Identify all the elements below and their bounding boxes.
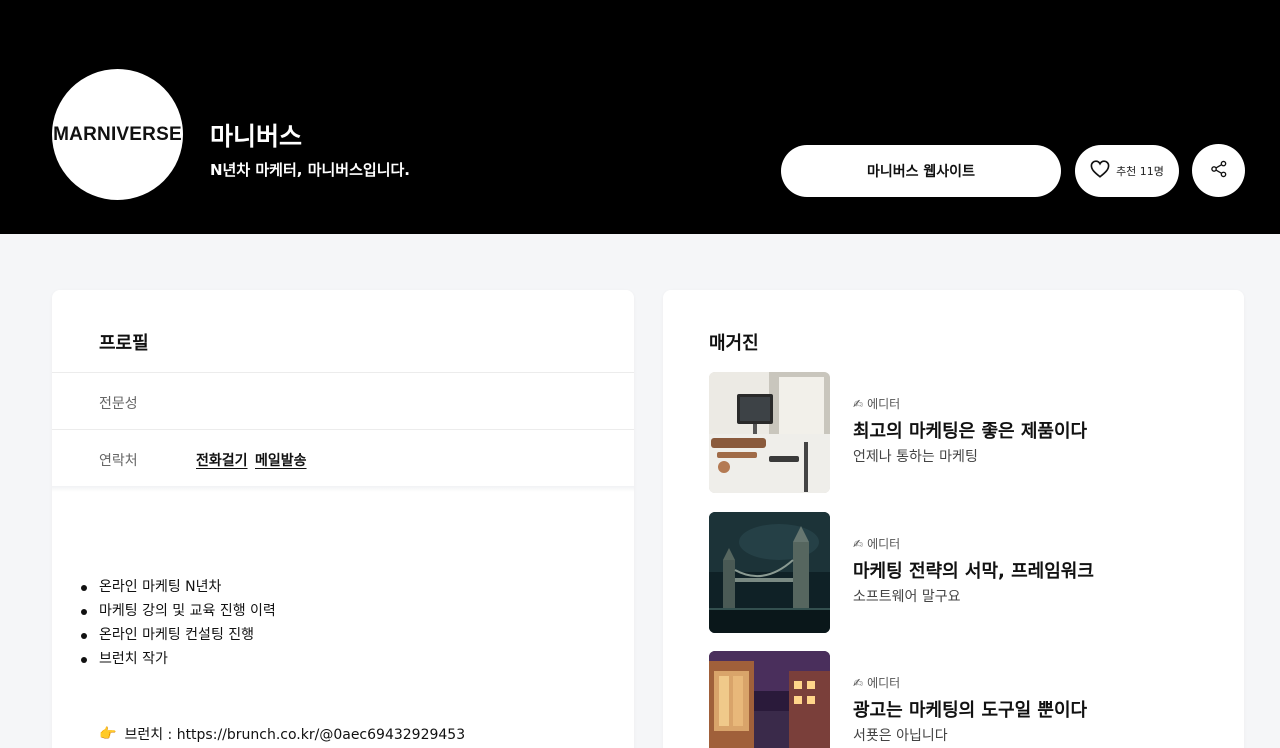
magazine-thumbnail-desk <box>709 372 830 493</box>
profile-avatar: MARNIVERSE <box>52 69 183 200</box>
role-line: ✍ 에디터 <box>853 535 900 552</box>
list-item: 마케팅 강의 및 교육 진행 이력 <box>81 599 276 623</box>
section-divider <box>52 486 634 492</box>
magazine-title: 매거진 <box>709 333 759 354</box>
magazine-item-subtitle: 소프트웨어 말구요 <box>853 589 961 605</box>
contact-label: 연락처 <box>99 453 138 469</box>
role-line: ✍ 에디터 <box>853 674 900 691</box>
call-link[interactable]: 전화걸기 <box>196 450 248 470</box>
list-item: 온라인 마케팅 N년차 <box>81 575 276 599</box>
like-count: 추천 11명 <box>1116 165 1164 178</box>
profile-bullet-list: 온라인 마케팅 N년차 마케팅 강의 및 교육 진행 이력 온라인 마케팅 컨설… <box>81 575 276 671</box>
magazine-item[interactable]: ✍ 에디터 마케팅 전략의 서막, 프레임워크 소프트웨어 말구요 <box>709 512 1209 633</box>
avatar-logo-text: MARNIVERSE <box>53 123 182 145</box>
brunch-link-line: 👉 브런치 : https://brunch.co.kr/@0aec694329… <box>99 724 465 744</box>
magazine-thumbnail-street <box>709 651 830 748</box>
website-button[interactable]: 마니버스 웹사이트 <box>781 145 1061 197</box>
role-line: ✍ 에디터 <box>853 395 900 412</box>
divider <box>52 372 634 373</box>
expertise-label: 전문성 <box>99 396 138 412</box>
magazine-thumbnail-bridge <box>709 512 830 633</box>
magazine-card: 매거진 ✍ 에디터 최고의 마케팅은 좋은 제품이다 언제나 통하는 마케팅 ✍… <box>663 290 1244 748</box>
email-link[interactable]: 메일발송 <box>255 450 307 470</box>
profile-title: 프로필 <box>99 333 149 354</box>
like-button[interactable]: 추천 11명 <box>1075 145 1179 197</box>
magazine-item-subtitle: 서푯은 아닙니다 <box>853 728 948 744</box>
magazine-item-title[interactable]: 최고의 마케팅은 좋은 제품이다 <box>853 417 1087 443</box>
brunch-url-text[interactable]: 브런치 : https://brunch.co.kr/@0aec69432929… <box>124 724 465 744</box>
magazine-item[interactable]: ✍ 에디터 최고의 마케팅은 좋은 제품이다 언제나 통하는 마케팅 <box>709 372 1209 493</box>
list-item: 브런치 작가 <box>81 647 276 671</box>
share-icon <box>1210 160 1228 182</box>
list-item: 온라인 마케팅 컨설팅 진행 <box>81 623 276 647</box>
magazine-item[interactable]: ✍ 에디터 광고는 마케팅의 도구일 뿐이다 서푯은 아닙니다 <box>709 651 1209 748</box>
profile-card: 프로필 전문성 연락처 전화걸기 메일발송 온라인 마케팅 N년차 마케팅 강의… <box>52 290 634 748</box>
magazine-item-subtitle: 언제나 통하는 마케팅 <box>853 449 978 465</box>
magazine-item-title[interactable]: 마케팅 전략의 서막, 프레임워크 <box>853 557 1094 583</box>
profile-tagline: N년차 마케터, 마니버스입니다. <box>210 161 410 179</box>
profile-header: MARNIVERSE 마니버스 N년차 마케터, 마니버스입니다. 마니버스 웹… <box>0 0 1280 234</box>
heart-icon <box>1090 160 1110 182</box>
share-button[interactable] <box>1192 144 1245 197</box>
pointing-hand-icon: 👉 <box>99 726 117 742</box>
writing-hand-icon: ✍ <box>853 536 864 551</box>
role-label: 에디터 <box>867 397 901 411</box>
writing-hand-icon: ✍ <box>853 675 864 690</box>
magazine-item-title[interactable]: 광고는 마케팅의 도구일 뿐이다 <box>853 696 1087 722</box>
role-label: 에디터 <box>867 537 901 551</box>
role-label: 에디터 <box>867 676 901 690</box>
divider <box>52 429 634 430</box>
writing-hand-icon: ✍ <box>853 396 864 411</box>
profile-name: 마니버스 <box>210 122 303 151</box>
